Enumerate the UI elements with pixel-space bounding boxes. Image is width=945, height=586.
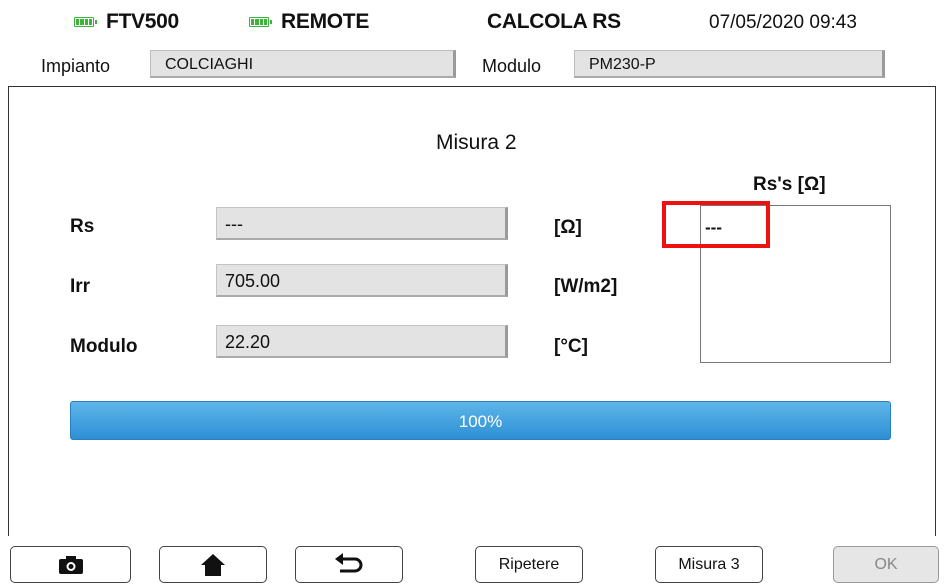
status-bar: FTV500 REMOTE CALCOLA RS 07/05/2020 09:4… xyxy=(0,0,945,44)
home-button[interactable] xyxy=(159,546,267,583)
app-screen: FTV500 REMOTE CALCOLA RS 07/05/2020 09:4… xyxy=(0,0,945,586)
irr-label: Irr xyxy=(70,276,91,297)
modulo-temp-label: Modulo xyxy=(70,336,138,357)
irr-unit: [W/m2] xyxy=(554,276,618,297)
back-button[interactable] xyxy=(295,546,403,583)
impianto-field[interactable]: COLCIAGHI xyxy=(150,50,456,78)
datetime: 07/05/2020 09:43 xyxy=(709,12,857,33)
impianto-label: Impianto xyxy=(41,56,111,76)
modulo-label: Modulo xyxy=(482,56,542,76)
camera-button[interactable] xyxy=(10,546,131,583)
progress-label: 100% xyxy=(458,412,503,431)
back-arrow-icon xyxy=(335,552,363,572)
next-measure-button[interactable]: Misura 3 xyxy=(655,546,763,583)
device-ftv500: FTV500 xyxy=(74,10,179,34)
repeat-button[interactable]: Ripetere xyxy=(475,546,583,583)
battery-icon xyxy=(249,17,272,27)
rs-label: Rs xyxy=(70,216,95,237)
measure-title: Misura 2 xyxy=(436,131,517,154)
modulo-temp-field[interactable]: 22.20 xyxy=(216,325,508,358)
home-icon xyxy=(201,553,225,576)
rs-unit: [Ω] xyxy=(554,217,582,238)
battery-icon xyxy=(74,17,97,27)
irr-value-field[interactable]: 705.00 xyxy=(216,264,508,297)
camera-icon xyxy=(58,555,83,574)
rss-heading: Rs's [Ω] xyxy=(753,174,826,195)
screen-title: CALCOLA RS xyxy=(487,10,621,33)
progress-bar: 100% xyxy=(70,401,891,440)
rs-value-field[interactable]: --- xyxy=(216,207,508,240)
device-name-label: FTV500 xyxy=(106,10,179,33)
ok-button[interactable]: OK xyxy=(833,546,939,583)
device-remote: REMOTE xyxy=(249,10,369,34)
remote-device-label: REMOTE xyxy=(281,10,370,33)
modulo-temp-unit: [°C] xyxy=(554,336,588,357)
highlight-box xyxy=(662,201,770,248)
modulo-field[interactable]: PM230-P xyxy=(574,50,885,78)
